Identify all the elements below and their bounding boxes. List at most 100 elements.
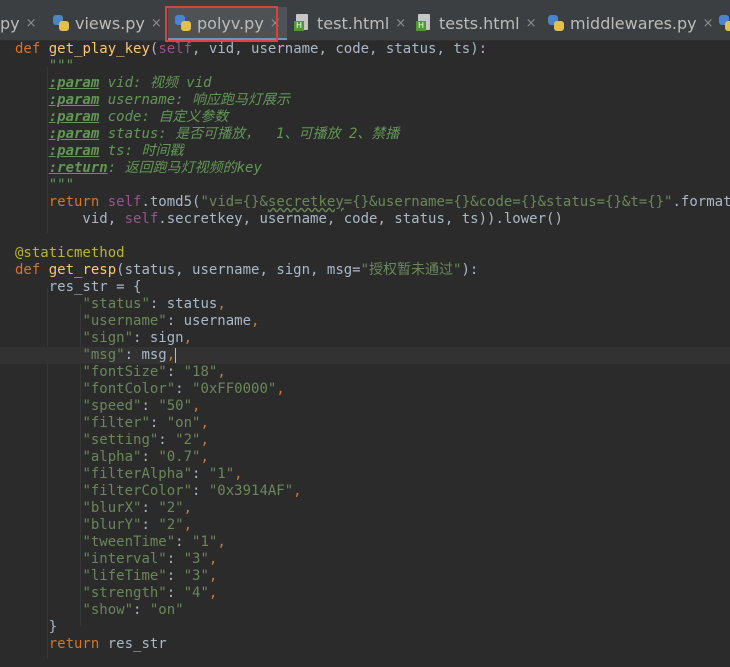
tab-label: middlewares.py [570,13,697,33]
dict-entry-line: "show": "on" [82,602,184,618]
dict-key: "fontSize" [82,364,167,380]
dict-value: "2" [175,432,201,448]
close-icon[interactable]: × [26,16,37,31]
tab-label: tests.html [439,13,520,33]
dict-value: "18" [183,364,218,380]
dict-value: "on" [149,602,184,618]
dict-key: "filter" [82,415,150,431]
tab-label: py [0,13,20,33]
code-line: :param code: 自定义参数 [48,109,229,125]
close-icon[interactable]: × [703,16,714,31]
code-line: """ [48,177,75,193]
tab-label: polyv.py [197,13,264,33]
code-line: vid, self.secretkey, username, code, sta… [48,211,563,227]
dict-value: "on" [166,415,201,431]
tab-py-partial[interactable]: py × [0,7,37,39]
dict-key: "sign" [82,330,134,346]
dict-entry-line: "filterAlpha": "1", [82,466,243,482]
dict-value: "4" [183,585,209,601]
dict-key: "setting" [82,432,159,448]
dict-value: "3" [183,551,209,567]
dict-value: "0.7" [158,449,201,465]
python-file-icon [52,14,70,32]
code-line: :return: 返回跑马灯视频的key [48,160,262,176]
tab-middlewares-py[interactable]: middlewares.py × [547,7,714,39]
code-line: @staticmethod [15,245,125,261]
dict-key: "username" [82,313,167,329]
code-editor[interactable]: def get_play_key(self, vid, username, co… [0,40,730,667]
tab-label: views.py [75,13,145,33]
dict-entry-line: "fontSize": "18", [82,364,226,380]
dict-value: "3" [183,568,209,584]
python-file-icon [174,14,192,32]
dict-value: "0x3914AF" [208,483,294,499]
code-line: return self.tomd5("vid={}&secretkey={}&u… [48,194,730,210]
dict-value: "50" [158,398,193,414]
dict-key: "show" [82,602,134,618]
tab-tests-html[interactable]: tests.html × [416,7,537,39]
dict-value: status [166,296,218,312]
dict-entry-line: "sign": sign, [82,330,193,346]
code-line: :param username: 响应跑马灯展示 [48,92,291,108]
dict-entry-line: "msg": msg, [82,347,177,363]
dict-entry-line: "setting": "2", [82,432,209,448]
tab-label: test.html [317,13,390,33]
dict-entry-line: "lifeTime": "3", [82,568,218,584]
dict-key: "speed" [82,398,142,414]
dict-entry-line: "blurY": "2", [82,517,193,533]
dict-key: "lifeTime" [82,568,167,584]
dict-key: "status" [82,296,150,312]
dict-key: "strength" [82,585,167,601]
dict-entry-line: "username": username, [82,313,260,329]
dict-value: "1" [208,466,235,482]
dict-key: "fontColor" [82,381,176,397]
dict-entry-line: "strength": "4", [82,585,218,601]
python-file-icon [547,14,565,32]
dict-key: "filterColor" [82,483,193,499]
tab-views-py[interactable]: views.py × [52,7,162,39]
dict-key: "blurY" [82,517,142,533]
dict-entry-line: "speed": "50", [82,398,201,414]
dict-entry-line: "status": status, [82,296,226,312]
code-line: res_str = { [48,279,142,295]
dict-value: "1" [192,534,218,550]
dict-key: "filterAlpha" [82,466,193,482]
dict-value: msg [141,347,167,363]
close-icon[interactable]: × [395,16,406,31]
code-line: return res_str [48,636,167,652]
code-line: def get_resp(status, username, sign, msg… [15,262,479,278]
dict-key: "blurX" [82,500,142,516]
html-file-icon [416,14,434,32]
dict-key: "msg" [82,347,125,363]
tab-overflow-partial[interactable] [718,7,730,39]
dict-entry-line: "filterColor": "0x3914AF", [82,483,302,499]
dict-entry-line: "filter": "on", [82,415,209,431]
tab-test-html[interactable]: test.html × [294,7,406,39]
dict-value: sign [149,330,184,346]
dict-entry-line: "tweenTime": "1", [82,534,226,550]
code-line: """ [48,58,75,74]
code-line: } [48,619,58,635]
html-file-icon [294,14,312,32]
code-line: def get_play_key(self, vid, username, co… [15,41,488,57]
dict-entry-line: "alpha": "0.7", [82,449,209,465]
python-file-icon [718,14,730,32]
dict-key: "tweenTime" [82,534,176,550]
code-line: :param status: 是否可播放， 1、可播放 2、禁播 [48,126,400,142]
close-icon[interactable]: × [270,16,281,31]
dict-value: "2" [158,500,184,516]
close-icon[interactable]: × [526,16,537,31]
dict-entry-line: "fontColor": "0xFF0000", [82,381,285,397]
dict-key: "alpha" [82,449,142,465]
tab-polyv-py[interactable]: polyv.py × [168,7,287,40]
dict-entry-line: "interval": "3", [82,551,218,567]
editor-tab-bar: py × views.py × polyv.py × test.html × t… [0,0,730,42]
dict-value: username [183,313,252,329]
text-caret [175,347,177,363]
dict-entry-line: "blurX": "2", [82,500,193,516]
dict-value: "0xFF0000" [192,381,277,397]
close-icon[interactable]: × [151,16,162,31]
code-line: :param vid: 视频 vid [48,75,212,91]
dict-key: "interval" [82,551,167,567]
dict-value: "2" [158,517,184,533]
